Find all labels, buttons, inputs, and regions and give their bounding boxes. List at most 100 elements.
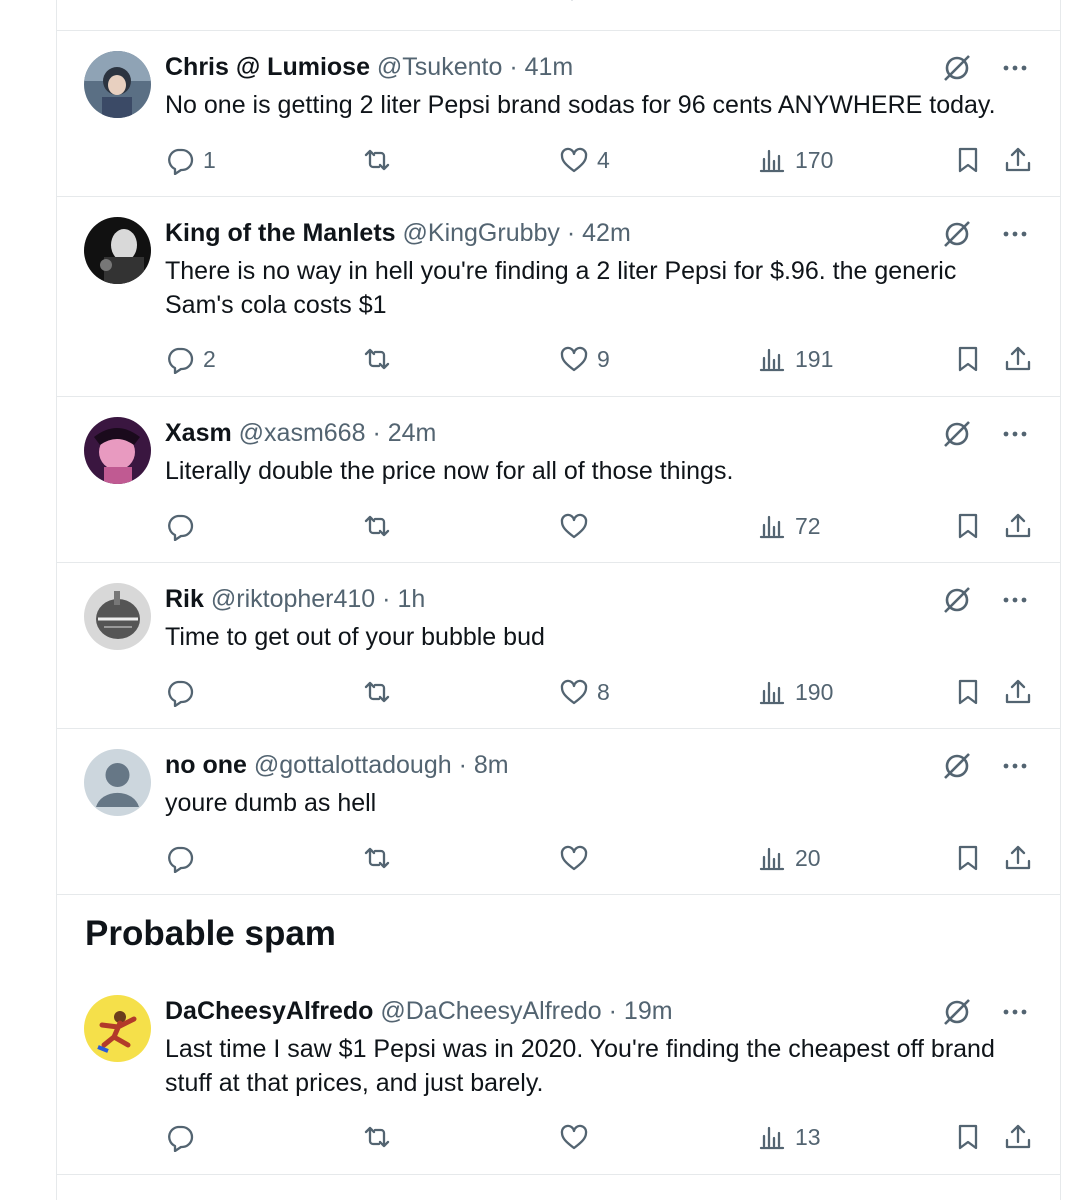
user-handle[interactable]: @Tsukento	[377, 53, 502, 81]
tweet[interactable]: Rik @riktopher410 · 1h Time to get out o…	[57, 562, 1060, 729]
user-name[interactable]: Rik	[165, 585, 204, 613]
views-icon[interactable]	[757, 0, 781, 6]
reply-button[interactable]: 2	[165, 342, 216, 376]
retweet-button[interactable]	[362, 509, 392, 543]
retweet-icon	[364, 847, 390, 869]
like-button[interactable]: 9	[559, 342, 610, 376]
like-icon	[560, 1124, 588, 1150]
user-name[interactable]: King of the Manlets	[165, 219, 396, 247]
retweet-button[interactable]	[362, 342, 392, 376]
user-name[interactable]: Chris @ Lumiose	[165, 53, 370, 81]
more-icon[interactable]	[1000, 53, 1030, 83]
avatar[interactable]	[84, 749, 151, 816]
tweet[interactable]: Chris @ Lumiose @Tsukento · 41m No one i…	[57, 30, 1060, 197]
views-button[interactable]: 190	[757, 675, 833, 709]
bookmark-button[interactable]	[953, 342, 983, 376]
avatar[interactable]	[84, 417, 151, 484]
tweet[interactable]: Xasm @xasm668 · 24m Literally double the…	[57, 396, 1060, 563]
like-icon	[560, 346, 588, 372]
views-icon	[759, 149, 785, 173]
views-icon	[759, 681, 785, 705]
tweet-header: DaCheesyAlfredo @DaCheesyAlfredo · 19m	[165, 997, 673, 1025]
views-button[interactable]: 170	[757, 143, 833, 177]
like-button[interactable]	[559, 509, 597, 543]
retweet-button[interactable]	[362, 841, 392, 875]
share-button[interactable]	[1003, 143, 1033, 177]
timestamp[interactable]: 24m	[388, 419, 437, 447]
views-button[interactable]: 13	[757, 1120, 821, 1154]
reply-button[interactable]	[165, 675, 203, 709]
reply-icon	[168, 1125, 194, 1152]
like-icon[interactable]	[560, 0, 584, 6]
grok-icon[interactable]	[940, 749, 974, 783]
user-name[interactable]: DaCheesyAlfredo	[165, 997, 373, 1025]
user-handle[interactable]: @KingGrubby	[403, 219, 560, 247]
tweet[interactable]: no one @gottalottadough · 8m youre dumb …	[57, 728, 1060, 895]
reply-button[interactable]	[165, 841, 203, 875]
timestamp[interactable]: 1h	[397, 585, 425, 613]
grok-icon[interactable]	[940, 217, 974, 251]
retweet-icon	[364, 348, 390, 370]
bookmark-button[interactable]	[953, 1120, 983, 1154]
grok-icon[interactable]	[940, 51, 974, 85]
timestamp[interactable]: 41m	[525, 53, 574, 81]
share-button[interactable]	[1003, 841, 1033, 875]
share-icon	[1005, 147, 1031, 172]
more-icon[interactable]	[1000, 585, 1030, 615]
retweet-button[interactable]	[362, 143, 392, 177]
reply-icon	[168, 148, 194, 175]
grok-icon[interactable]	[940, 995, 974, 1029]
share-icon[interactable]	[1007, 0, 1031, 6]
tweet[interactable]: King of the Manlets @KingGrubby · 42m Th…	[57, 196, 1060, 397]
views-button[interactable]: 20	[757, 841, 821, 875]
views-button[interactable]: 72	[757, 509, 821, 543]
more-icon[interactable]	[1000, 219, 1030, 249]
like-button[interactable]: 4	[559, 143, 610, 177]
timestamp[interactable]: 19m	[624, 997, 673, 1025]
user-handle[interactable]: @xasm668	[239, 419, 366, 447]
timestamp[interactable]: 42m	[582, 219, 631, 247]
more-icon[interactable]	[1000, 997, 1030, 1027]
bookmark-icon[interactable]	[954, 0, 978, 6]
share-button[interactable]	[1003, 675, 1033, 709]
reply-icon[interactable]	[164, 0, 188, 6]
user-handle[interactable]: @DaCheesyAlfredo	[380, 997, 601, 1025]
share-button[interactable]	[1003, 509, 1033, 543]
like-button[interactable]: 8	[559, 675, 610, 709]
retweet-button[interactable]	[362, 1120, 392, 1154]
share-button[interactable]	[1003, 1120, 1033, 1154]
share-button[interactable]	[1003, 342, 1033, 376]
bookmark-button[interactable]	[953, 841, 983, 875]
like-icon	[560, 845, 588, 871]
avatar[interactable]	[84, 217, 151, 284]
retweet-icon[interactable]	[363, 0, 387, 6]
user-handle[interactable]: @gottalottadough	[254, 751, 452, 779]
reply-button[interactable]	[165, 1120, 203, 1154]
timestamp[interactable]: 8m	[474, 751, 509, 779]
views-count: 170	[795, 146, 834, 173]
retweet-button[interactable]	[362, 675, 392, 709]
views-button[interactable]: 191	[757, 342, 833, 376]
user-handle[interactable]: @riktopher410	[211, 585, 375, 613]
bookmark-button[interactable]	[953, 143, 983, 177]
user-name[interactable]: Xasm	[165, 419, 232, 447]
more-icon[interactable]	[1000, 751, 1030, 781]
like-button[interactable]	[559, 841, 597, 875]
reply-button[interactable]	[165, 509, 203, 543]
user-name[interactable]: no one	[165, 751, 247, 779]
grok-icon[interactable]	[940, 583, 974, 617]
avatar[interactable]	[84, 995, 151, 1062]
grok-icon[interactable]	[940, 417, 974, 451]
bookmark-button[interactable]	[953, 509, 983, 543]
tweet[interactable]: DaCheesyAlfredo @DaCheesyAlfredo · 19m L…	[57, 974, 1060, 1174]
like-button[interactable]	[559, 1120, 597, 1154]
bookmark-button[interactable]	[953, 675, 983, 709]
bookmark-icon	[958, 845, 978, 871]
more-icon[interactable]	[1000, 419, 1030, 449]
reply-button[interactable]: 1	[165, 143, 216, 177]
reply-count: 1	[203, 146, 216, 173]
views-count: 72	[795, 512, 821, 539]
avatar[interactable]	[84, 51, 151, 118]
retweet-icon	[364, 681, 390, 703]
avatar[interactable]	[84, 583, 151, 650]
